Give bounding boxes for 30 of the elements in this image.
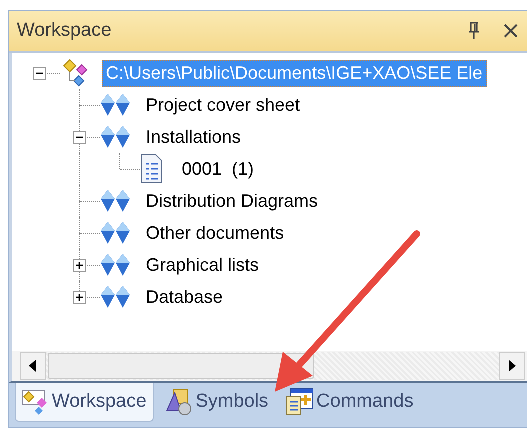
tree-item[interactable]: 0001 (1) [178,156,258,182]
horizontal-scrollbar[interactable] [9,351,527,383]
panel-tab[interactable]: Symbols [160,383,275,421]
scroll-left-icon[interactable] [20,352,46,380]
shapes-icon [164,387,194,417]
close-icon[interactable] [503,23,519,39]
window-plus-icon [284,387,315,417]
scrollbar-thumb[interactable] [48,353,314,379]
tree-item[interactable]: Project cover sheet [142,92,304,118]
tree-item[interactable]: Distribution Diagrams [142,188,322,214]
expand-toggle[interactable] [73,259,86,272]
tree-item[interactable]: Graphical lists [142,252,264,278]
cube-pair-icon [100,92,132,118]
pin-icon[interactable] [467,22,481,40]
cube-pair-icon [100,252,132,278]
cube-pair-icon [100,124,132,150]
panel-tab[interactable]: Workspace [15,383,154,422]
tree-item[interactable]: Database [142,284,228,310]
cube-pair-icon [100,188,132,214]
expand-toggle[interactable] [73,291,86,304]
cube-pair-icon [100,284,132,310]
collapse-toggle[interactable] [73,131,86,144]
tree-item[interactable]: Installations [142,124,246,150]
scroll-right-icon[interactable] [499,352,525,380]
cube-pair-icon [100,220,132,246]
collapse-toggle[interactable] [33,67,46,80]
panel-title: Workspace [17,20,113,42]
panel-tab[interactable]: Commands [280,383,420,421]
tree-item[interactable]: Other documents [142,220,288,246]
document-icon [140,154,164,184]
